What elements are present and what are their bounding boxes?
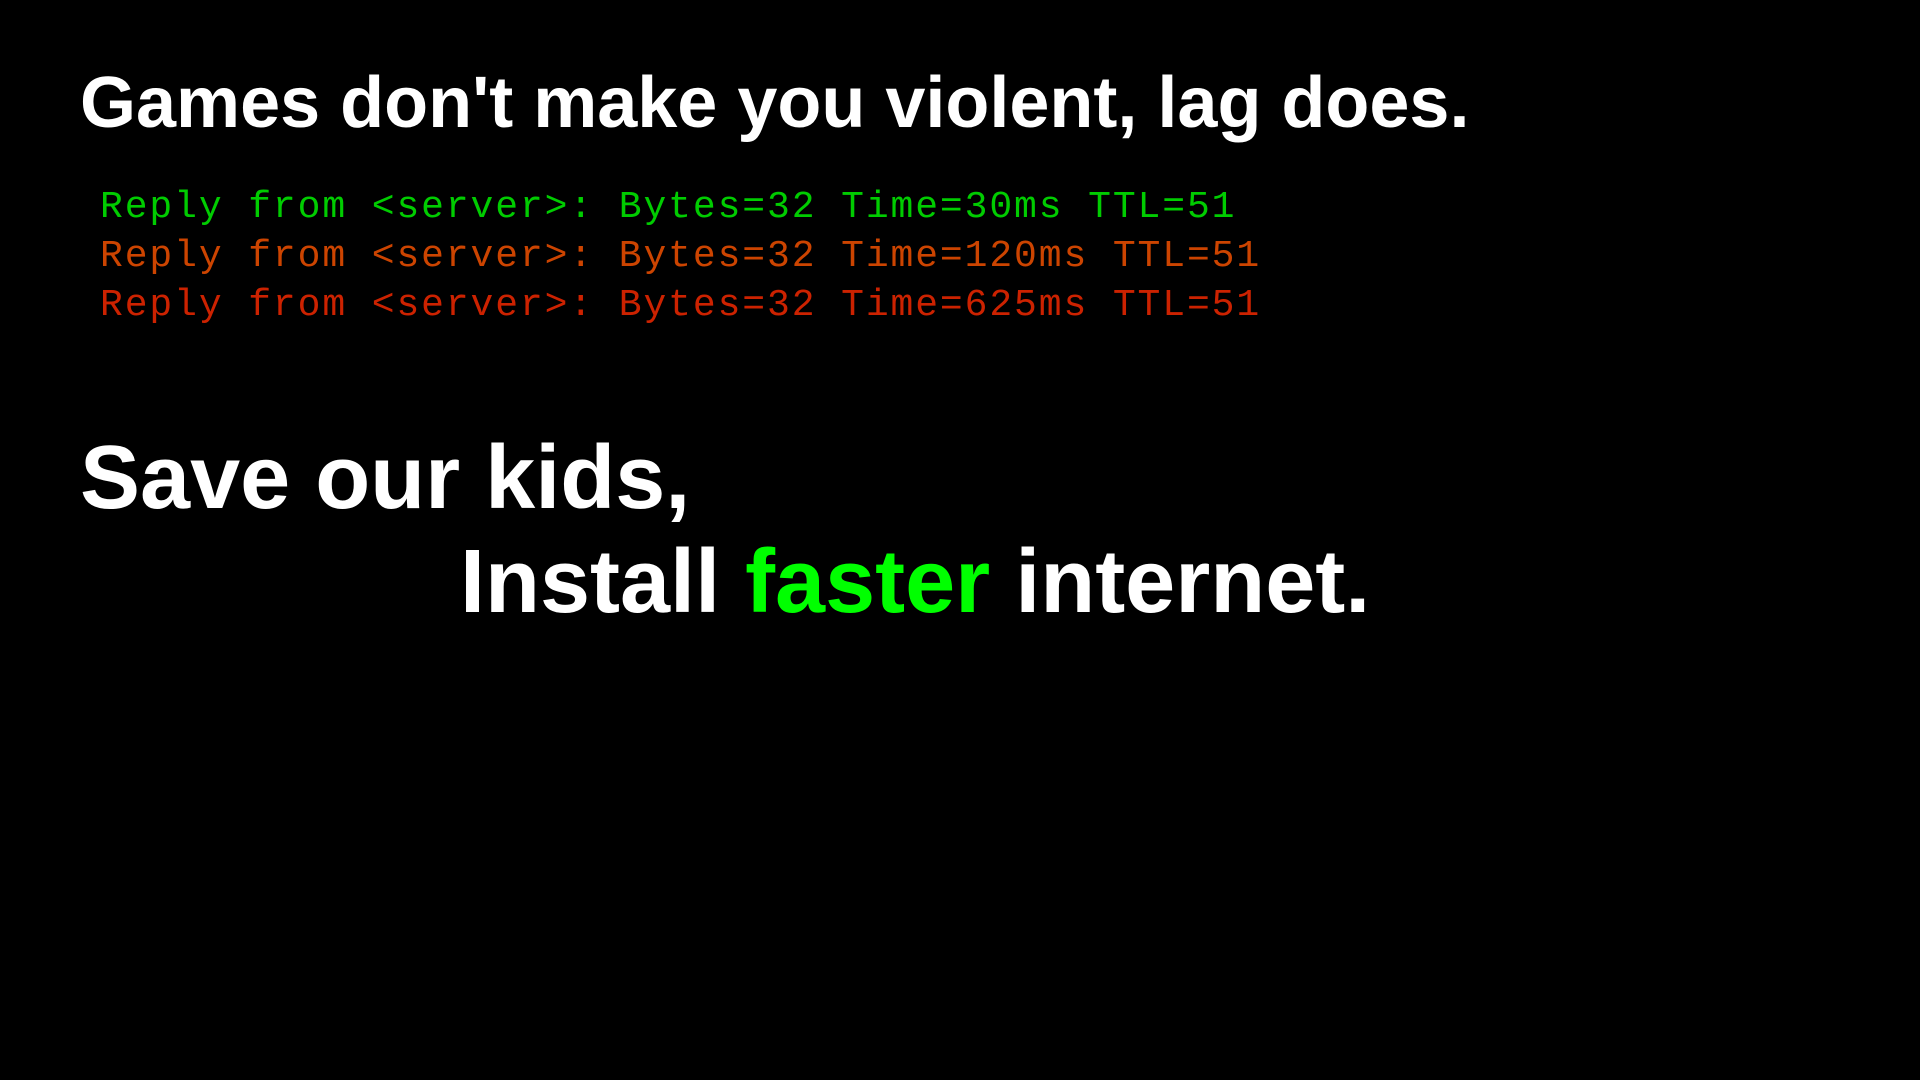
- tagline-heading: Games don't make you violent, lag does.: [80, 60, 1840, 146]
- ping-line-3: Reply from <server>: Bytes=32 Time=625ms…: [100, 284, 1840, 327]
- cta-line2-suffix: internet.: [990, 532, 1370, 632]
- cta-faster-highlight: faster: [745, 532, 990, 632]
- cta-block: Save our kids, Install faster internet.: [80, 427, 1840, 634]
- main-container: Games don't make you violent, lag does. …: [0, 0, 1920, 1080]
- cta-line1: Save our kids,: [80, 427, 690, 531]
- ping-results-block: Reply from <server>: Bytes=32 Time=30ms …: [100, 186, 1840, 327]
- cta-line2-prefix: Install: [460, 532, 745, 632]
- ping-line-1: Reply from <server>: Bytes=32 Time=30ms …: [100, 186, 1840, 229]
- cta-line2: Install faster internet.: [460, 531, 1370, 635]
- ping-line-2: Reply from <server>: Bytes=32 Time=120ms…: [100, 235, 1840, 278]
